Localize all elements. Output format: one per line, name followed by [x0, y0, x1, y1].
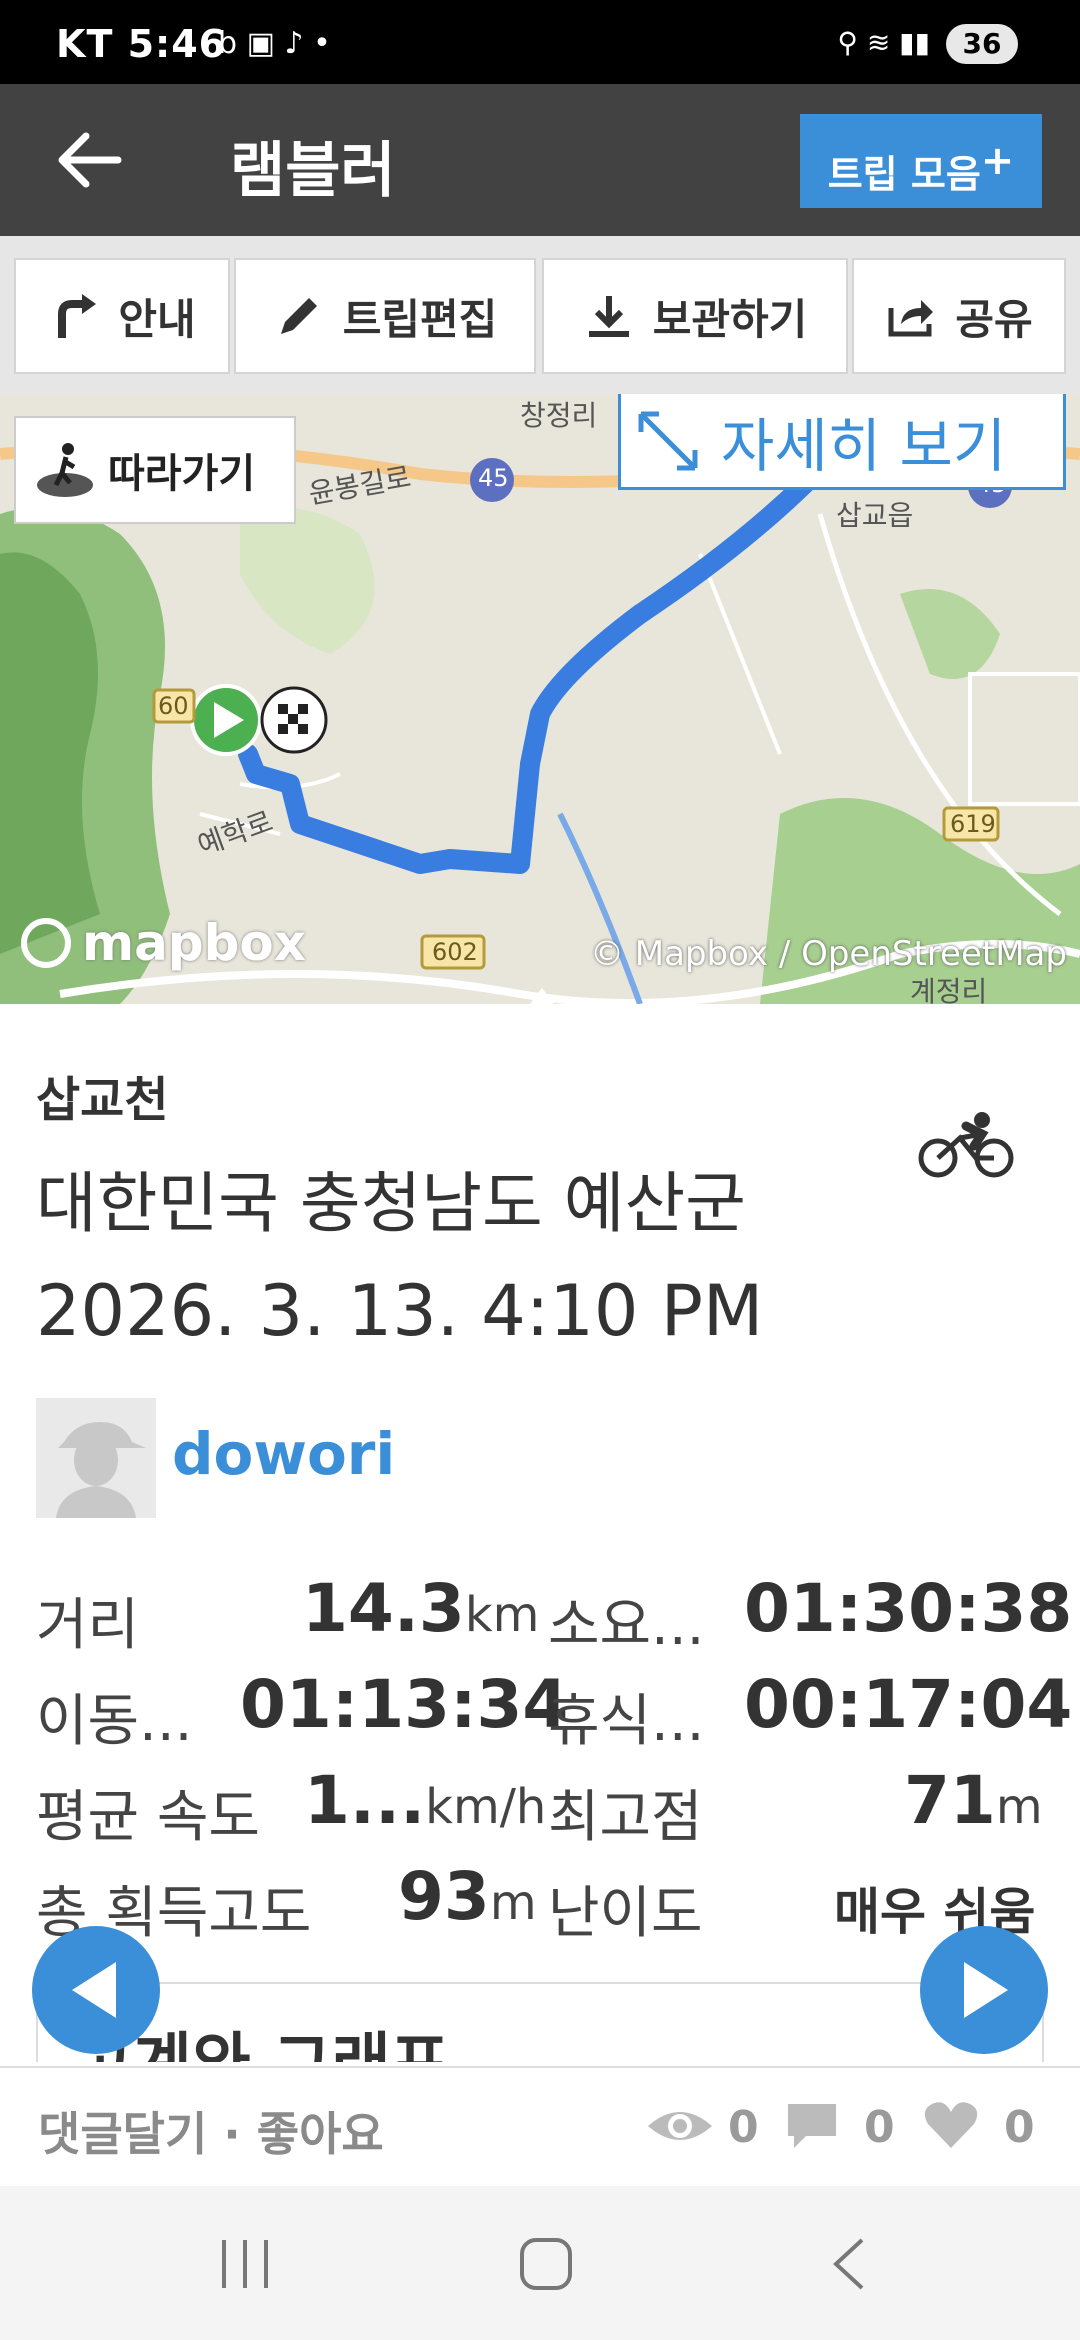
pencil-icon — [280, 298, 317, 334]
share-button[interactable]: 공유 — [852, 258, 1066, 374]
stat-value-avg-speed: 1...km/h — [304, 1762, 547, 1839]
guide-button[interactable]: 안내 — [14, 258, 230, 374]
share-icon — [888, 300, 934, 337]
stat-value-max-elevation: 71m — [904, 1762, 1043, 1839]
like-count: 0 — [1004, 2102, 1035, 2153]
comment-icon — [788, 2104, 836, 2148]
back-arrow-icon[interactable] — [52, 122, 128, 198]
status-time: KT 5:46 — [56, 22, 227, 66]
username-link[interactable]: dowori — [172, 1420, 395, 1488]
view-count: 0 — [728, 2102, 759, 2153]
stat-label-difficulty: 난이도 — [548, 1881, 703, 1946]
system-status-icons: ⚲ ≋ ▮▮ — [837, 26, 930, 59]
map-label-bottom-place: 계정리 — [910, 975, 988, 1004]
stat-label-avg-speed: 평균 속도 — [36, 1785, 260, 1850]
app-title: 램블러 — [230, 136, 396, 206]
bottom-action-bar: 댓글달기 · 좋아요 0 0 0 — [0, 2066, 1080, 2186]
edit-trip-button[interactable]: 트립편집 — [234, 258, 536, 374]
mapbox-logo: mapbox — [20, 914, 306, 972]
hiker-icon — [37, 443, 93, 497]
map-label-town: 삽교읍 — [836, 499, 914, 532]
elevation-graph-card[interactable]: 고계와 그래프 — [36, 1982, 1044, 2062]
stat-value-rest: 00:17:04 — [744, 1666, 1073, 1743]
trip-datetime: 2026. 3. 13. 4:10 PM — [36, 1270, 764, 1352]
expand-icon — [638, 411, 698, 470]
stat-label-max-elevation: 최고점 — [548, 1785, 703, 1850]
notification-icons: b ▣ ♪ • — [218, 26, 331, 61]
trip-collection-button[interactable]: 트립 모음+ — [800, 114, 1042, 208]
bicycle-icon — [918, 1112, 1014, 1178]
stat-label-moving: 이동... — [36, 1689, 193, 1754]
play-right-icon — [964, 1962, 1008, 2018]
action-toolbar: 안내 트립편집 보관하기 공유 — [0, 236, 1080, 394]
route-number-602: 602 — [432, 938, 478, 966]
region-name: 대한민국 충청남도 예산군 — [36, 1165, 746, 1242]
comment-count: 0 — [864, 2102, 895, 2153]
route-number-60: 60 — [158, 692, 189, 720]
route-map[interactable]: 윤봉길로 삽교읍 예학로 창정리 계정리 45 45 619 602 60 따라… — [0, 394, 1080, 1004]
stat-value-total-gain: 93m — [398, 1858, 537, 1935]
play-left-icon — [72, 1962, 116, 2018]
default-avatar-icon — [36, 1398, 156, 1518]
status-bar: KT 5:46 b ▣ ♪ • ⚲ ≋ ▮▮ 36 — [0, 0, 1080, 84]
stat-value-moving: 01:13:34 — [240, 1666, 569, 1743]
stat-label-rest: 휴식... — [548, 1689, 705, 1754]
follow-button[interactable]: 따라가기 — [14, 416, 296, 524]
route-number-45: 45 — [478, 464, 509, 492]
heart-icon — [924, 2102, 978, 2148]
avatar[interactable] — [36, 1398, 156, 1518]
stat-label-duration: 소요... — [548, 1593, 705, 1658]
route-number-619: 619 — [950, 810, 996, 838]
battery-indicator: 36 — [946, 24, 1018, 64]
map-attribution[interactable]: © Mapbox / OpenStreetMap — [590, 934, 1067, 974]
map-label-top-place: 창정리 — [520, 399, 598, 432]
eye-icon — [648, 2112, 712, 2140]
app-bar: 램블러 트립 모음+ — [0, 84, 1080, 236]
system-back-icon[interactable] — [828, 2236, 868, 2292]
next-trip-button[interactable] — [920, 1926, 1048, 2054]
download-icon — [588, 296, 629, 337]
recent-apps-icon[interactable] — [218, 2236, 272, 2292]
place-name: 삽교천 — [36, 1072, 169, 1128]
turn-right-icon — [58, 294, 97, 338]
save-button[interactable]: 보관하기 — [542, 258, 848, 374]
stat-value-duration: 01:30:38 — [744, 1570, 1073, 1647]
stat-label-distance: 거리 — [36, 1593, 140, 1658]
system-navigation-bar — [0, 2186, 1080, 2340]
mapbox-icon — [21, 918, 71, 968]
view-detail-button[interactable]: 자세히 보기 — [618, 394, 1066, 490]
previous-trip-button[interactable] — [32, 1926, 160, 2054]
home-icon[interactable] — [518, 2236, 574, 2292]
comment-like-actions[interactable]: 댓글달기 · 좋아요 — [38, 2098, 384, 2164]
stat-value-distance: 14.3km — [302, 1570, 540, 1647]
